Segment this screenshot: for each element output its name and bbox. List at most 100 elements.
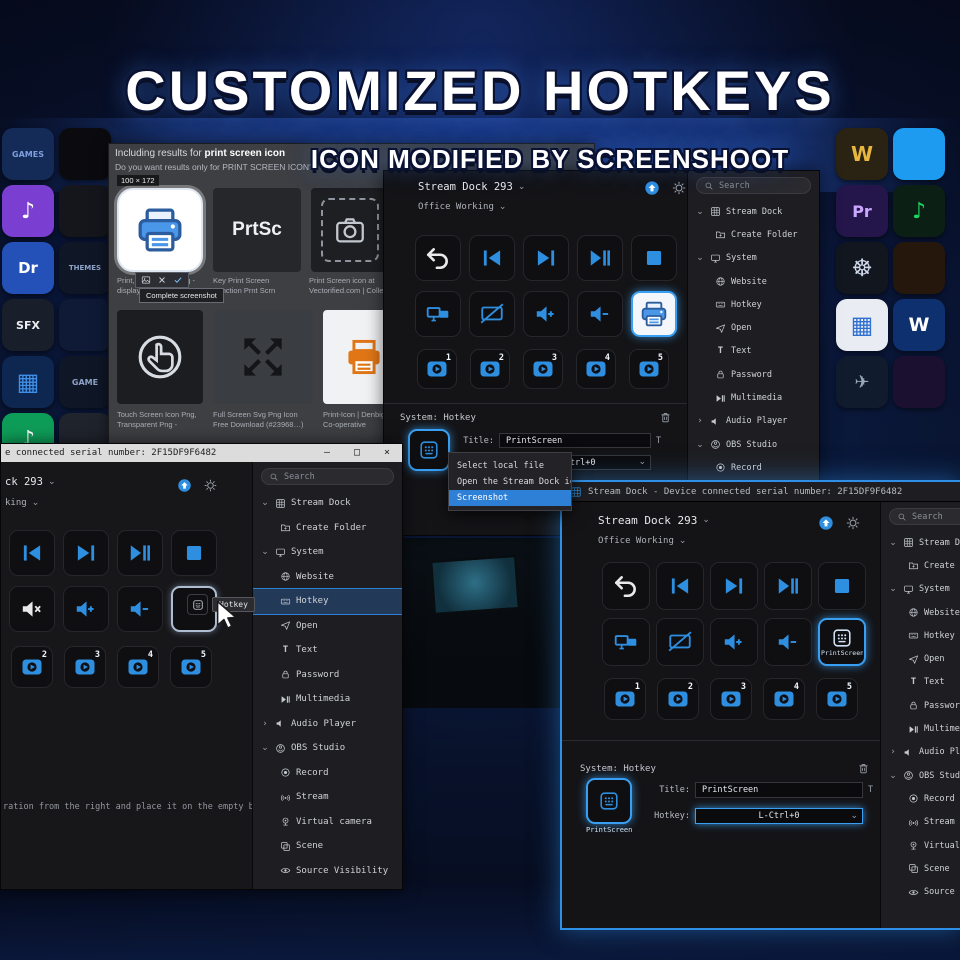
sidebar-item-website[interactable]: Website — [881, 601, 960, 624]
video-key-button-1[interactable]: 1 — [417, 349, 457, 389]
sidebar-item-text[interactable]: TText — [881, 671, 960, 694]
sidebar-group-audio-player[interactable]: ›Audio Player — [688, 410, 819, 433]
title-input[interactable]: PrintScreen — [499, 433, 651, 448]
sidebar-item-multimedia[interactable]: Multimedia — [253, 687, 402, 712]
sidebar-group-system[interactable]: ⌄System — [881, 578, 960, 601]
menu-item-screenshot[interactable]: Screenshot — [449, 490, 571, 506]
sidebar-group-system[interactable]: ⌄System — [688, 247, 819, 270]
scene-select[interactable]: Office Working⌄ — [598, 536, 686, 546]
sidebar-item-scene[interactable]: Scene — [881, 857, 960, 880]
gear-icon[interactable] — [203, 478, 218, 493]
sidebar-item-hotkey[interactable]: Hotkey — [881, 624, 960, 647]
next-track-button[interactable] — [523, 235, 569, 281]
video-key-button-4[interactable]: 4 — [763, 678, 805, 720]
volume-up-button[interactable] — [63, 586, 109, 632]
undo-button[interactable] — [602, 562, 650, 610]
profile-select[interactable]: Stream Dock 293⌄ — [418, 181, 525, 193]
sidebar-group-stream-dock[interactable]: ⌄Stream Dock — [881, 531, 960, 554]
volume-down-button[interactable] — [117, 586, 163, 632]
upload-icon[interactable] — [644, 180, 660, 196]
volume-down-button[interactable] — [577, 291, 623, 337]
touch-screen-result[interactable] — [117, 310, 203, 404]
minimize-button[interactable]: – — [312, 444, 342, 462]
sidebar-group-stream-dock[interactable]: ⌄Stream Dock — [688, 200, 819, 223]
window-titlebar[interactable]: e connected serial number: 2F15DF9F6482 … — [1, 444, 402, 462]
sidebar-item-password[interactable]: Password — [253, 663, 402, 688]
scene-select[interactable]: Office Working⌄ — [418, 202, 506, 212]
window-titlebar[interactable]: Stream Dock - Device connected serial nu… — [562, 482, 960, 502]
close-icon[interactable] — [157, 275, 167, 285]
result-caption[interactable]: Touch Screen Icon Png, Transparent Png -… — [117, 410, 203, 430]
screen-off-button[interactable] — [469, 291, 515, 337]
printscreen-key-button[interactable] — [631, 291, 677, 337]
sidebar-item-source-visibility[interactable]: Source Visibility — [881, 880, 960, 903]
menu-item-select-local-file[interactable]: Select local file — [449, 458, 571, 474]
sidebar-item-create-folder[interactable]: Create Folder — [688, 223, 819, 246]
sidebar-group-obs-studio[interactable]: ⌄OBS Studio — [253, 736, 402, 761]
sidebar-item-create-folder[interactable]: Create Folder — [253, 516, 402, 541]
play-pause-button[interactable] — [577, 235, 623, 281]
video-key-button-5[interactable]: 5 — [170, 646, 212, 688]
video-key-button-4[interactable]: 4 — [117, 646, 159, 688]
stop-button[interactable] — [171, 530, 217, 576]
sidebar-item-record[interactable]: Record — [688, 456, 819, 479]
volume-up-button[interactable] — [523, 291, 569, 337]
full-screen-result[interactable] — [213, 310, 313, 404]
stop-button[interactable] — [631, 235, 677, 281]
sidebar-group-system[interactable]: ⌄System — [253, 540, 402, 565]
trash-icon[interactable] — [659, 411, 672, 424]
sidebar-item-open[interactable]: Open — [253, 614, 402, 639]
play-pause-button[interactable] — [764, 562, 812, 610]
selection-toolbar[interactable] — [135, 272, 189, 288]
sidebar-item-record[interactable]: Record — [881, 787, 960, 810]
sidebar-item-stream[interactable]: Stream — [253, 785, 402, 810]
upload-icon[interactable] — [818, 515, 834, 531]
video-key-button-4[interactable]: 4 — [576, 349, 616, 389]
profile-select[interactable]: Stream Dock 293⌄ — [598, 514, 710, 527]
image-icon[interactable] — [141, 275, 151, 285]
sidebar-item-create-folder[interactable]: Create Folder — [881, 554, 960, 577]
printscreen-key-button[interactable]: PrintScreen — [818, 618, 866, 666]
sidebar-item-hotkey[interactable]: Hotkey — [688, 293, 819, 316]
video-key-button-3[interactable]: 3 — [710, 678, 752, 720]
sidebar-item-stream[interactable]: Stream — [881, 811, 960, 834]
monitor-switch-button[interactable] — [602, 618, 650, 666]
sidebar-group-obs-studio[interactable]: ⌄OBS Studio — [881, 764, 960, 787]
sidebar-item-password[interactable]: Password — [688, 363, 819, 386]
video-key-button-2[interactable]: 2 — [470, 349, 510, 389]
sidebar-item-open[interactable]: Open — [688, 316, 819, 339]
sidebar-item-multimedia[interactable]: Multimedia — [881, 717, 960, 740]
video-key-button-1[interactable]: 1 — [604, 678, 646, 720]
video-key-button-5[interactable]: 5 — [816, 678, 858, 720]
sidebar-item-record[interactable]: Record — [253, 761, 402, 786]
check-icon[interactable] — [173, 275, 183, 285]
sidebar-search-input[interactable]: Search — [696, 177, 811, 194]
maximize-button[interactable]: □ — [342, 444, 372, 462]
prtsc-key-result[interactable]: PrtSc — [213, 188, 301, 272]
screenshot-camera-result[interactable] — [311, 188, 389, 272]
prev-track-button[interactable] — [656, 562, 704, 610]
sidebar-item-virtual-camera[interactable]: Virtual camera — [881, 834, 960, 857]
printer-icon-result[interactable] — [117, 188, 203, 272]
sidebar-item-website[interactable]: Website — [253, 565, 402, 590]
sidebar-group-audio-player[interactable]: ›Audio Player — [881, 741, 960, 764]
video-key-button-2[interactable]: 2 — [657, 678, 699, 720]
sidebar-item-hotkey[interactable]: Hotkey — [253, 589, 402, 614]
profile-select[interactable]: ck 293⌄ — [5, 476, 55, 488]
prev-track-button[interactable] — [469, 235, 515, 281]
stop-button[interactable] — [818, 562, 866, 610]
sidebar-group-obs-studio[interactable]: ⌄OBS Studio — [688, 433, 819, 456]
hotkey-preview-button[interactable] — [408, 429, 450, 471]
sidebar-group-stream-dock[interactable]: ⌄Stream Dock — [253, 491, 402, 516]
prev-track-button[interactable] — [9, 530, 55, 576]
sidebar-item-scene[interactable]: Scene — [253, 834, 402, 859]
next-track-button[interactable] — [710, 562, 758, 610]
upload-icon[interactable] — [177, 478, 192, 493]
menu-item-open-icon-library[interactable]: Open the Stream Dock icon library — [449, 474, 571, 490]
result-caption[interactable]: Full Screen Svg Png Icon Free Download (… — [213, 410, 313, 430]
sidebar-item-open[interactable]: Open — [881, 647, 960, 670]
close-button[interactable]: × — [372, 444, 402, 462]
sidebar-item-source-visibility[interactable]: Source Visibility — [253, 859, 402, 884]
sidebar-item-website[interactable]: Website — [688, 270, 819, 293]
hotkey-preview-button[interactable] — [586, 778, 632, 824]
